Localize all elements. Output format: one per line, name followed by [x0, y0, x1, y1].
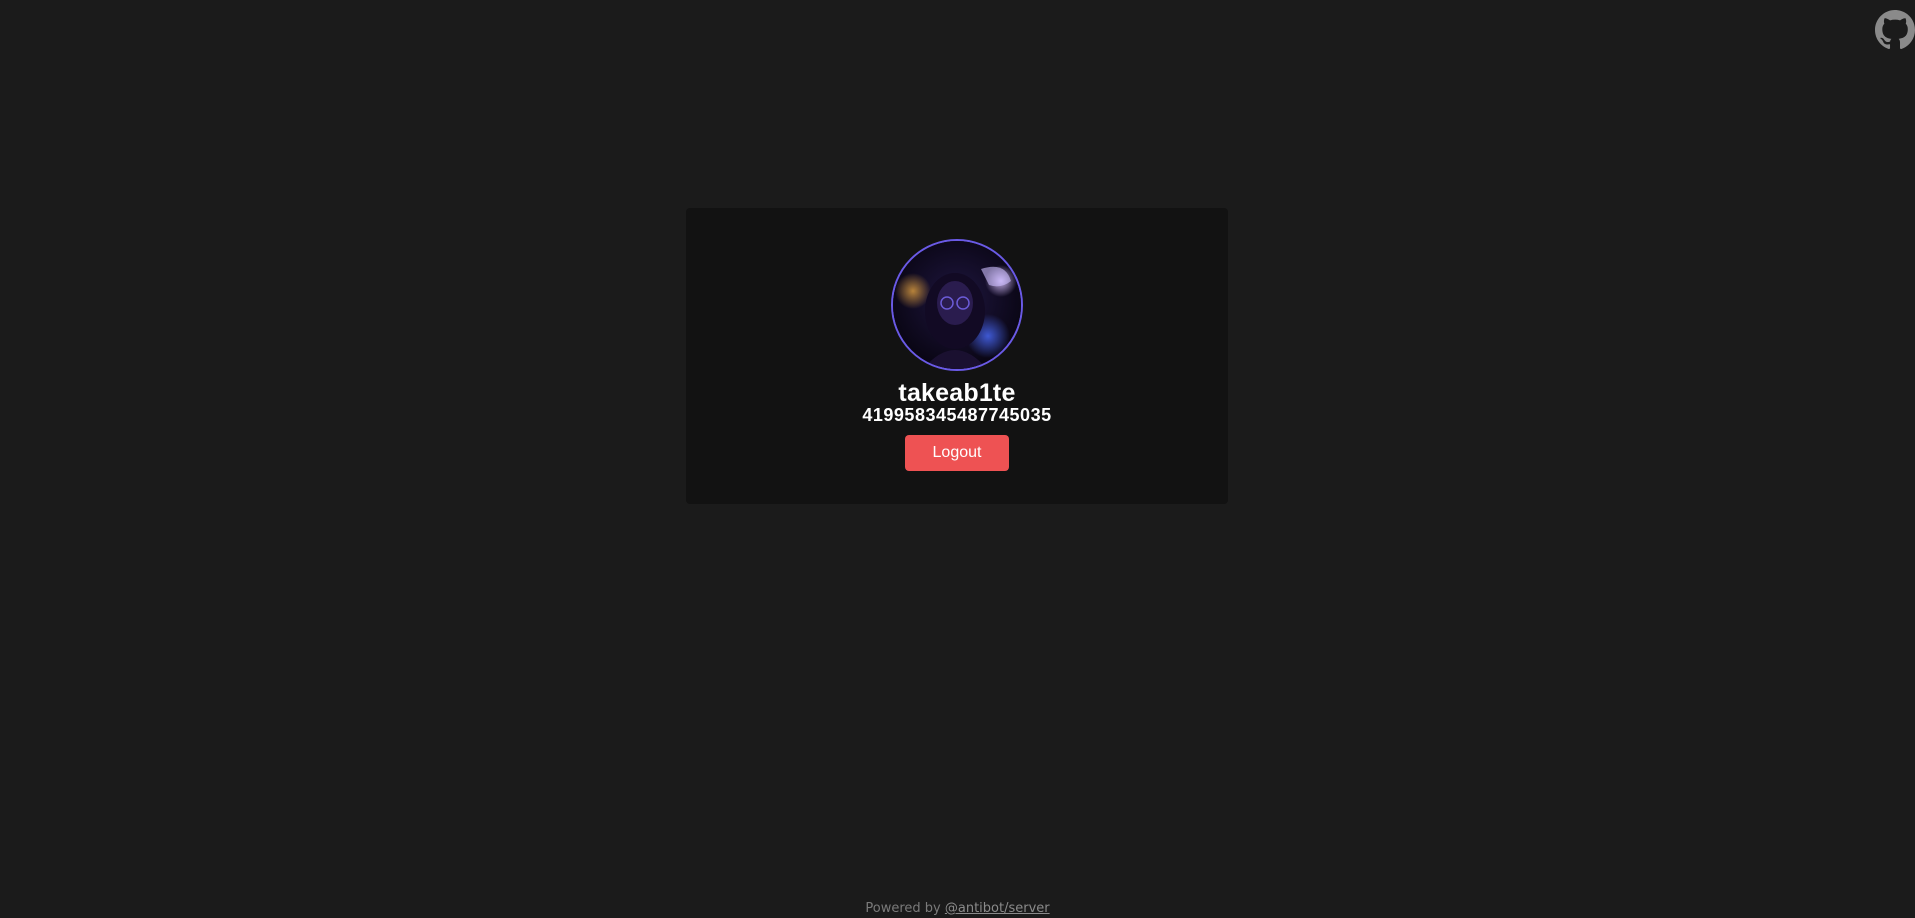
username: takeab1te [898, 379, 1016, 407]
github-link[interactable] [1875, 10, 1915, 50]
footer-prefix: Powered by [865, 901, 945, 916]
footer-link[interactable]: @antibot/server [945, 901, 1050, 916]
user-id: 419958345487745035 [862, 405, 1052, 425]
page: takeab1te 419958345487745035 Logout Powe… [0, 0, 1915, 918]
logout-button[interactable]: Logout [905, 435, 1009, 471]
avatar-image [893, 241, 1021, 369]
avatar [891, 239, 1023, 371]
profile-card: takeab1te 419958345487745035 Logout [686, 208, 1228, 504]
footer: Powered by @antibot/server [0, 901, 1915, 916]
github-icon [1875, 10, 1915, 50]
